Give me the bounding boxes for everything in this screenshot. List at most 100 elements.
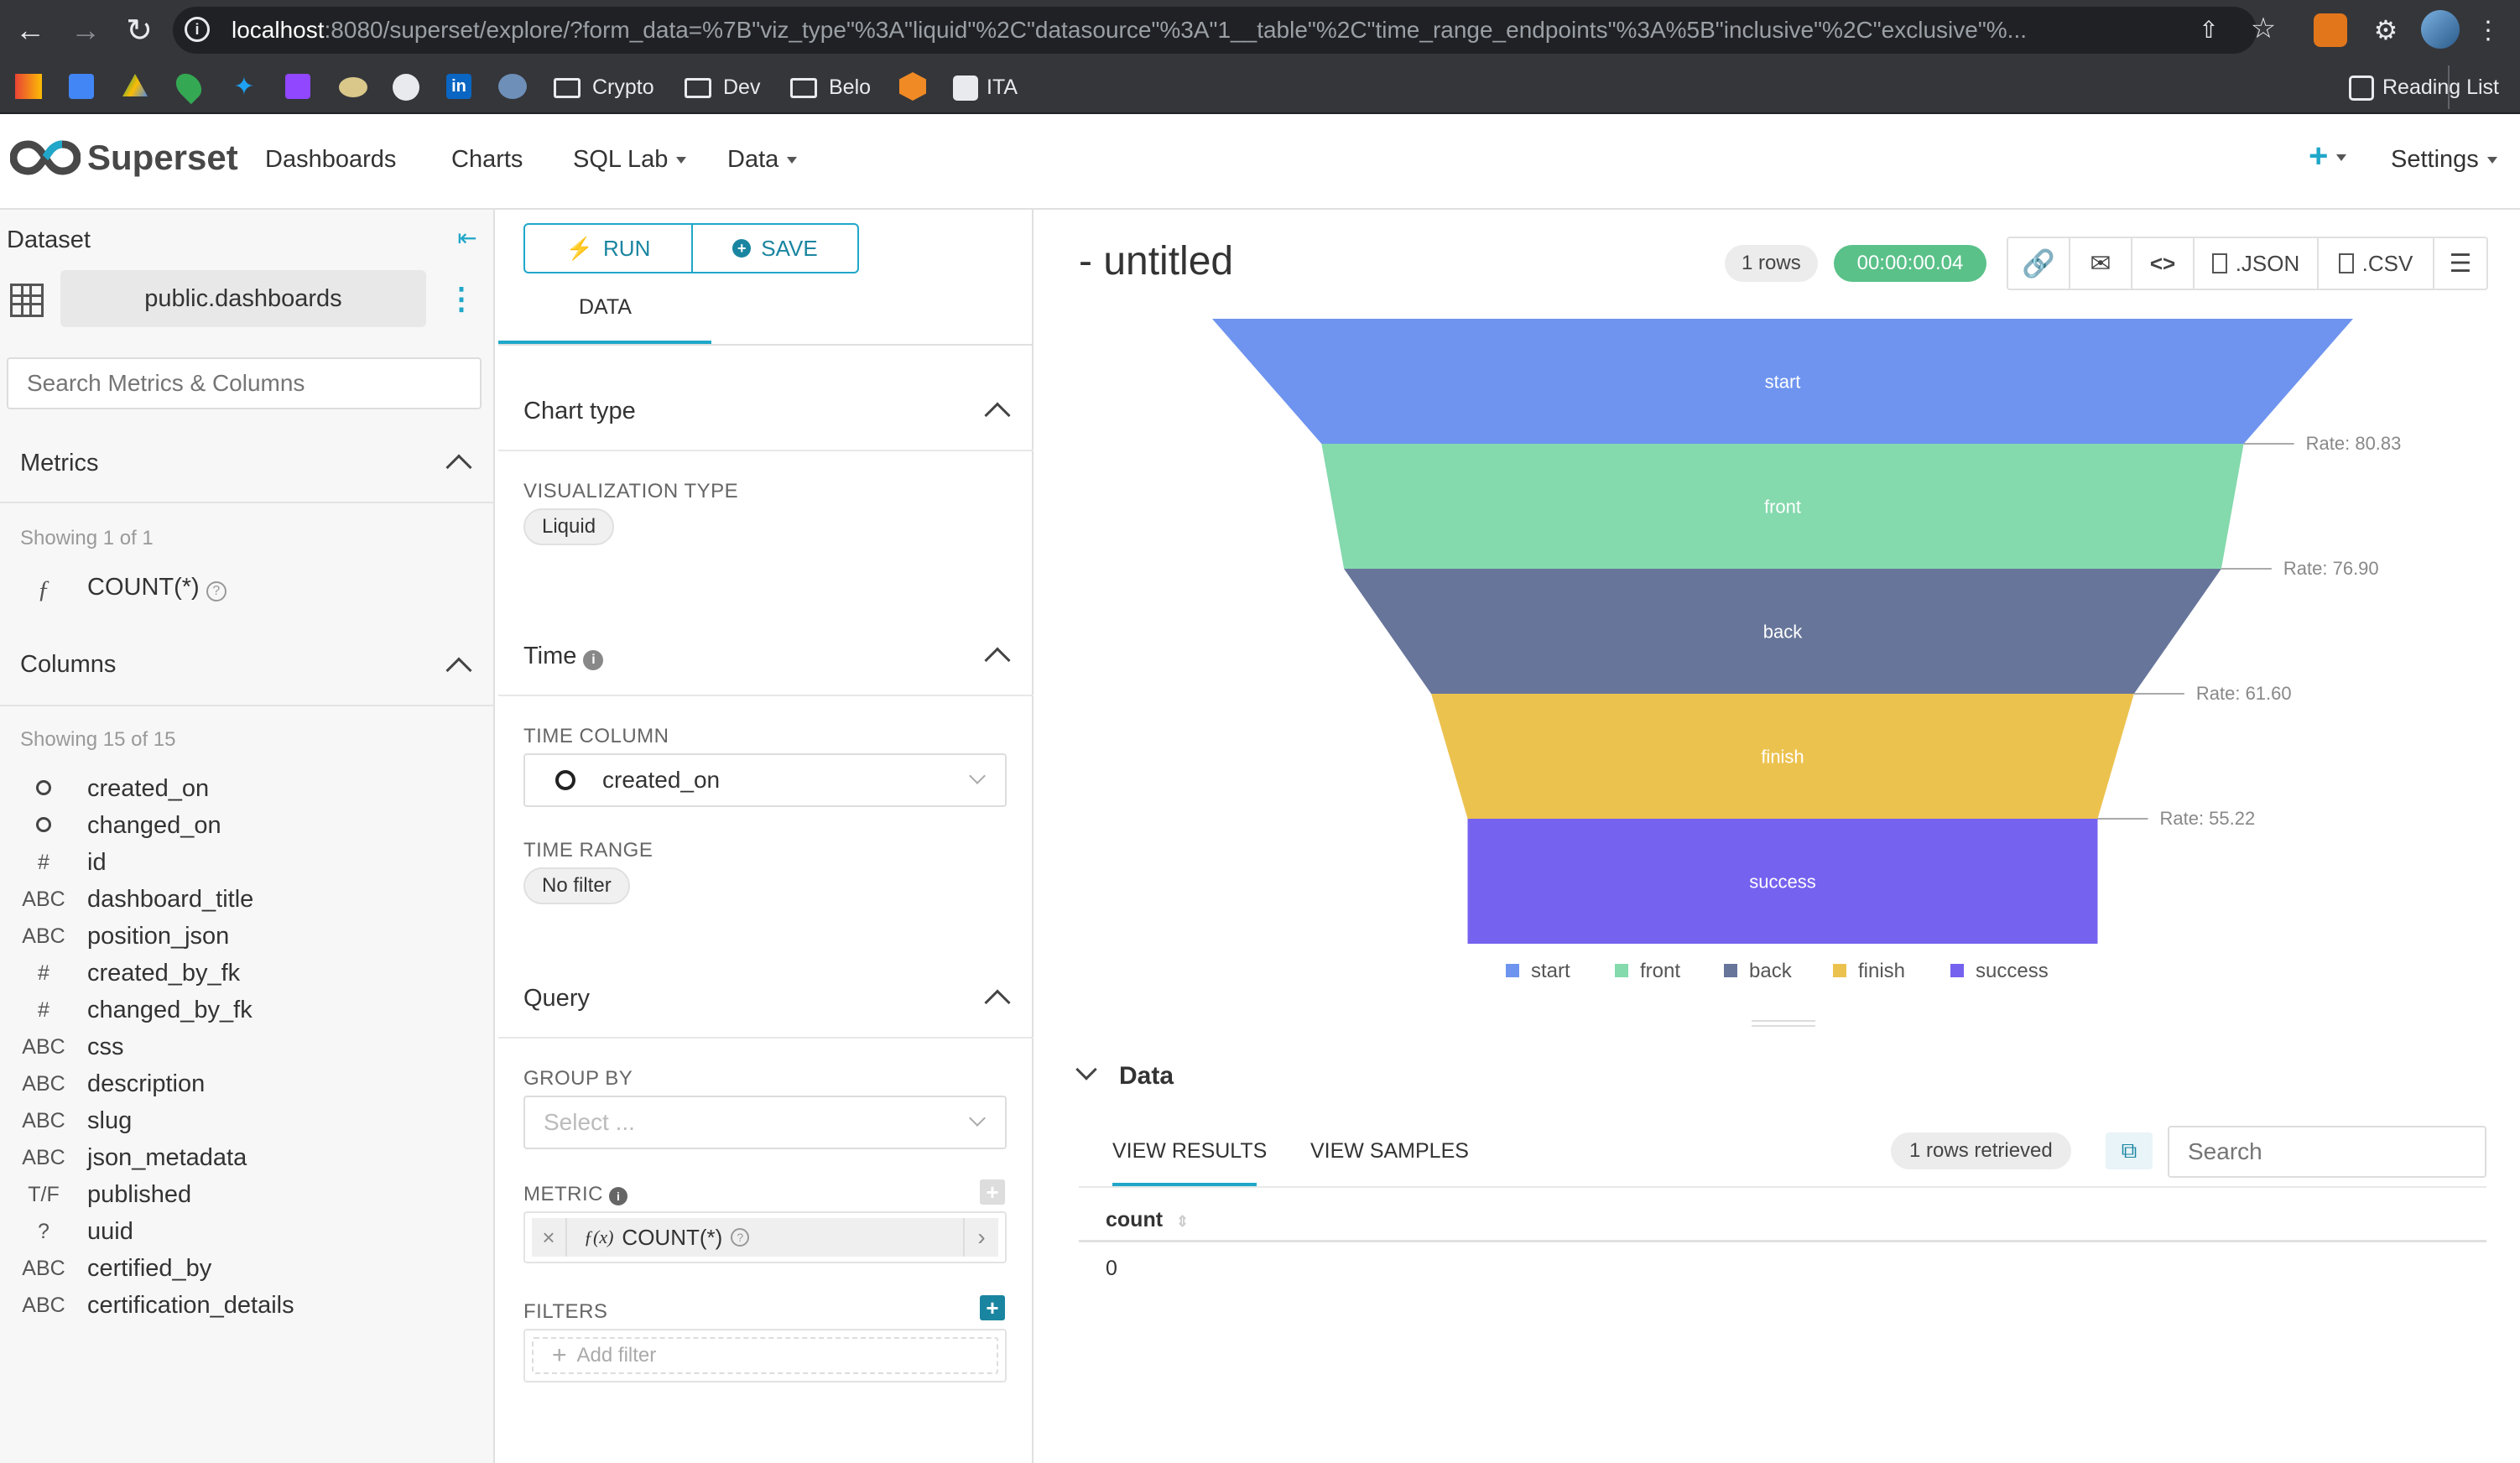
time-range-pill[interactable]: No filter (523, 867, 630, 904)
chart-title[interactable]: - untitled (1079, 238, 1233, 284)
add-filter-button[interactable]: + Add filter (532, 1337, 998, 1374)
superset-logo-icon[interactable] (9, 139, 81, 176)
tab-view-samples[interactable]: VIEW SAMPLES (1310, 1139, 1469, 1164)
add-metric-icon[interactable]: + (980, 1179, 1005, 1205)
profile-avatar[interactable] (2421, 10, 2460, 49)
column-item[interactable]: ABC description (0, 1065, 495, 1102)
nav-charts[interactable]: Charts (451, 146, 523, 174)
share-icon[interactable]: ⇧ (2195, 15, 2223, 44)
bookmark-star-icon[interactable]: ☆ (2248, 13, 2278, 44)
legend-swatch[interactable] (1950, 964, 1964, 977)
column-item[interactable]: created_on (0, 770, 495, 807)
column-item[interactable]: # created_by_fk (0, 955, 495, 992)
results-search-input[interactable] (2168, 1126, 2486, 1178)
collapse-panel-icon[interactable]: ⇤ (455, 225, 480, 251)
dataset-menu-icon[interactable]: ⋮ (446, 280, 476, 317)
tab-view-results[interactable]: VIEW RESULTS (1112, 1139, 1267, 1164)
column-item[interactable]: changed_on (0, 807, 495, 844)
legend-label[interactable]: front (1640, 960, 1680, 982)
twitch-bookmark-icon[interactable] (285, 74, 310, 99)
github-bookmark-icon[interactable] (393, 74, 419, 101)
reload-icon[interactable]: ↻ (119, 12, 159, 49)
browser-menu-icon[interactable]: ⋮ (2476, 12, 2501, 49)
chart-type-section-title[interactable]: Chart type (523, 398, 636, 425)
column-item[interactable]: ABC certification_details (0, 1287, 495, 1324)
hamburger-menu-icon[interactable]: ☰ (2434, 238, 2486, 289)
column-item[interactable]: ABC json_metadata (0, 1139, 495, 1176)
save-button[interactable]: + SAVE (693, 225, 857, 272)
column-item[interactable]: # id (0, 844, 495, 881)
group-by-select[interactable]: Select ... (523, 1096, 1007, 1149)
email-icon[interactable]: ✉ (2070, 238, 2132, 289)
new-plus-menu[interactable]: + (2309, 138, 2347, 175)
remove-x-icon[interactable]: × (532, 1218, 567, 1257)
column-item[interactable]: ABC certified_by (0, 1250, 495, 1287)
add-filter-icon[interactable]: + (980, 1295, 1005, 1320)
linkedin-bookmark-icon[interactable]: in (446, 74, 471, 99)
metrics-section-title[interactable]: Metrics (20, 450, 98, 477)
viz-type-pill[interactable]: Liquid (523, 508, 615, 545)
legend-swatch[interactable] (1833, 964, 1846, 977)
link-icon[interactable]: 🔗 (2008, 238, 2070, 289)
forward-arrow-icon[interactable]: → (65, 12, 106, 49)
legend-swatch[interactable] (1506, 964, 1519, 977)
legend-swatch[interactable] (1724, 964, 1737, 977)
bookmark-belo[interactable]: Belo (790, 70, 871, 104)
info-icon[interactable]: i (583, 650, 604, 670)
info-icon[interactable]: i (609, 1187, 628, 1205)
column-item[interactable]: T/F published (0, 1176, 495, 1213)
columns-section-title[interactable]: Columns (20, 651, 116, 679)
settings-menu[interactable]: Settings (2391, 146, 2497, 174)
query-section-title[interactable]: Query (523, 985, 590, 1013)
bookmark-ita[interactable]: ITA (953, 70, 1018, 104)
legend-label[interactable]: back (1749, 960, 1793, 982)
column-item[interactable]: ABC css (0, 1028, 495, 1065)
export-csv-button[interactable]: .CSV (2319, 238, 2434, 289)
twitter-bookmark-icon[interactable]: ✦ (230, 72, 258, 101)
gmail-bookmark-icon[interactable] (15, 74, 42, 99)
copy-clipboard-icon[interactable]: ⧉ (2106, 1132, 2153, 1169)
legend-swatch[interactable] (1615, 964, 1628, 977)
bookmark-dev[interactable]: Dev (685, 70, 760, 104)
search-metrics-input[interactable] (7, 357, 482, 409)
metamask-extension-icon[interactable] (2314, 13, 2347, 47)
address-bar[interactable]: localhost:8080/superset/explore/?form_da… (173, 7, 2257, 54)
time-column-select[interactable]: created_on (523, 753, 1007, 807)
nav-data[interactable]: Data (727, 146, 798, 174)
data-section-title[interactable]: Data (1119, 1062, 1174, 1091)
site-info-icon[interactable]: i (185, 17, 210, 42)
extensions-puzzle-icon[interactable]: ⚙ (2369, 13, 2403, 47)
legend-label[interactable]: finish (1858, 960, 1905, 982)
legend-label[interactable]: start (1531, 960, 1570, 982)
column-item[interactable]: # changed_by_fk (0, 992, 495, 1028)
coin-bookmark-icon[interactable] (339, 77, 367, 97)
column-item[interactable]: ABC dashboard_title (0, 881, 495, 918)
tab-data[interactable]: DATA (579, 295, 632, 320)
legend-label[interactable]: success (1976, 960, 2049, 982)
help-icon[interactable]: ? (731, 1228, 750, 1247)
export-json-button[interactable]: .JSON (2195, 238, 2319, 289)
metric-chip[interactable]: × ƒ(x) COUNT(*) ? › (532, 1218, 998, 1257)
reading-list[interactable]: Reading List (2349, 70, 2499, 104)
bookmark-crypto[interactable]: Crypto (554, 70, 654, 104)
calendar-bookmark-icon[interactable] (69, 74, 94, 99)
time-section-title[interactable]: Time i (523, 643, 604, 670)
globe-bookmark-icon[interactable] (498, 74, 527, 99)
column-header-count[interactable]: count ⇕ (1106, 1208, 1189, 1232)
nav-dashboards[interactable]: Dashboards (265, 146, 396, 174)
chevron-right-icon[interactable]: › (963, 1218, 998, 1257)
url-path: :8080/superset/explore/?form_data=%7B"vi… (324, 17, 2028, 43)
nav-sql-lab[interactable]: SQL Lab (573, 146, 687, 174)
sort-icon[interactable]: ⇕ (1176, 1213, 1189, 1230)
brand-name[interactable]: Superset (87, 138, 238, 178)
column-item[interactable]: ABC position_json (0, 918, 495, 955)
column-item[interactable]: ABC slug (0, 1102, 495, 1139)
column-item[interactable]: ? uuid (0, 1213, 495, 1250)
run-button[interactable]: ⚡ RUN (525, 225, 693, 272)
dataset-name[interactable]: public.dashboards (60, 270, 426, 327)
help-icon[interactable]: ? (206, 581, 226, 601)
resize-handle[interactable] (1752, 1020, 1815, 1027)
embed-code-icon[interactable]: <> (2132, 238, 2195, 289)
back-arrow-icon[interactable]: ← (10, 12, 50, 49)
metric-count[interactable]: COUNT(*) ? (87, 574, 226, 601)
